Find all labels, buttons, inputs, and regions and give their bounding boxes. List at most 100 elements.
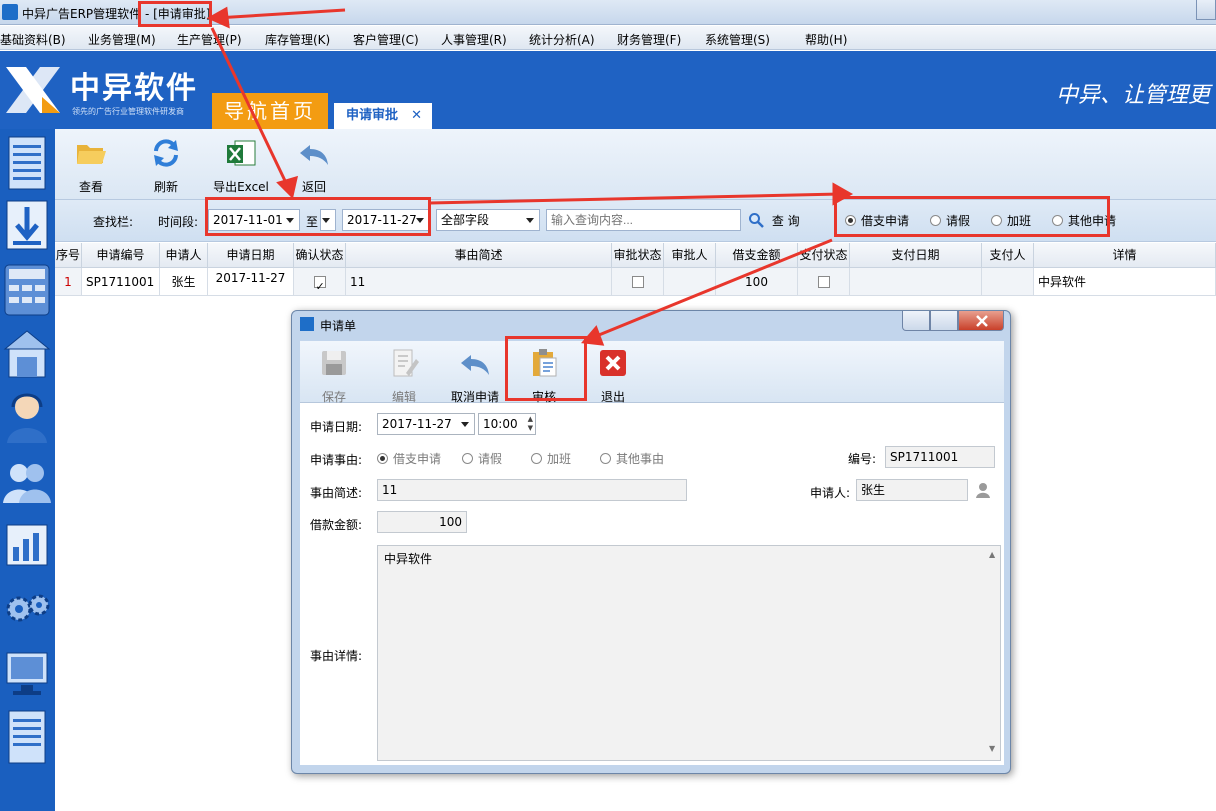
radio-label: 借支申请: [393, 452, 442, 466]
cell-amount: 100: [716, 268, 798, 296]
radio-label: 请假: [478, 452, 503, 466]
statistics-chart-icon[interactable]: [3, 517, 51, 573]
detail-label: 事由详情:: [310, 649, 363, 663]
reason-other-radio[interactable]: 其他事由: [600, 450, 664, 467]
query-button[interactable]: 查 询: [748, 212, 800, 229]
reason-overtime-radio[interactable]: 加班: [531, 450, 571, 467]
col-header-no[interactable]: 序号: [55, 243, 82, 268]
nav-home-tab[interactable]: 导航首页: [212, 93, 328, 129]
date-label: 申请日期:: [310, 420, 363, 434]
col-header-approval-status[interactable]: 审批状态: [612, 243, 664, 268]
applicant-field[interactable]: 张生: [856, 479, 968, 501]
report-list-icon[interactable]: [3, 709, 51, 765]
close-tab-icon[interactable]: ✕: [411, 103, 422, 129]
menu-hr[interactable]: 人事管理(R): [441, 31, 507, 48]
tab-label: 申请审批: [346, 108, 399, 123]
cell-pay-status[interactable]: [798, 268, 850, 296]
reason-loan-radio[interactable]: 借支申请: [377, 450, 441, 467]
tab-application-approval[interactable]: 申请审批 ✕: [334, 103, 432, 129]
app-logo-icon: [300, 317, 314, 331]
query-input[interactable]: [546, 209, 741, 231]
menu-help[interactable]: 帮助(H): [805, 31, 847, 48]
close-dialog-button[interactable]: [958, 311, 1004, 331]
refresh-label: 刷新: [153, 180, 178, 194]
maximize-dialog-button[interactable]: [930, 311, 958, 331]
cancel-application-button[interactable]: 取消申请: [442, 347, 508, 405]
left-sidebar: [0, 129, 55, 811]
download-in-icon[interactable]: [3, 197, 51, 253]
number-field[interactable]: SP1711001: [885, 446, 995, 468]
cell-code: SP1711001: [82, 268, 160, 296]
menu-basic-data[interactable]: 基础资料(B): [0, 31, 66, 48]
search-bar-label: 查找栏:: [93, 215, 134, 229]
summary-field[interactable]: 11: [377, 479, 687, 501]
cell-approval-status[interactable]: [612, 268, 664, 296]
field-select[interactable]: 全部字段: [436, 209, 540, 231]
paid-checkbox[interactable]: [817, 276, 830, 288]
cell-no: 1: [55, 268, 82, 296]
reason-leave-radio[interactable]: 请假: [462, 450, 502, 467]
cell-applicant: 张生: [160, 268, 208, 296]
back-arrow-icon: [300, 145, 328, 165]
user-picker-icon[interactable]: [975, 482, 991, 498]
cell-confirmed[interactable]: [294, 268, 346, 301]
exit-x-icon: [600, 350, 626, 376]
application-time-spinner[interactable]: 10:00 ▲ ▼: [478, 413, 536, 435]
radio-dot-icon: [531, 453, 542, 464]
menu-system[interactable]: 系统管理(S): [705, 31, 770, 48]
detail-textarea[interactable]: 中异软件 ▲ ▼: [377, 545, 1001, 761]
minimize-window-button[interactable]: [1196, 0, 1216, 20]
col-header-confirmed[interactable]: 确认状态: [294, 243, 346, 268]
refresh-button[interactable]: 刷新: [136, 137, 196, 195]
application-date-picker[interactable]: 2017-11-27: [377, 413, 475, 435]
col-header-payer[interactable]: 支付人: [982, 243, 1034, 268]
col-header-pay-date[interactable]: 支付日期: [850, 243, 982, 268]
menu-customer[interactable]: 客户管理(C): [353, 31, 419, 48]
col-header-amount[interactable]: 借支金额: [716, 243, 798, 268]
settings-gears-icon[interactable]: [3, 581, 51, 637]
detail-scrollbar[interactable]: ▲ ▼: [986, 546, 1000, 760]
col-header-date[interactable]: 申请日期: [208, 243, 294, 268]
detail-text: 中异软件: [384, 552, 433, 566]
col-header-approver[interactable]: 审批人: [664, 243, 716, 268]
scroll-down-icon[interactable]: ▼: [989, 740, 995, 758]
minimize-dialog-button[interactable]: [902, 311, 930, 331]
monitor-icon[interactable]: [3, 645, 51, 701]
save-button[interactable]: 保存: [304, 347, 364, 405]
col-header-summary[interactable]: 事由简述: [346, 243, 612, 268]
exit-button[interactable]: 退出: [583, 347, 643, 405]
edit-button[interactable]: 编辑: [374, 347, 434, 405]
menu-finance[interactable]: 财务管理(F): [617, 31, 681, 48]
col-header-code[interactable]: 申请编号: [82, 243, 160, 268]
brand-name: 中异软件: [70, 71, 198, 106]
amount-field[interactable]: 100: [377, 511, 467, 533]
export-excel-button[interactable]: 导出Excel: [209, 137, 273, 195]
close-icon: [976, 315, 988, 327]
radio-dot-icon: [462, 453, 473, 464]
menu-business[interactable]: 业务管理(M): [88, 31, 156, 48]
calculator-icon[interactable]: [3, 261, 51, 317]
menu-production[interactable]: 生产管理(P): [177, 31, 242, 48]
spinner-arrows-icon[interactable]: ▲ ▼: [528, 415, 533, 433]
radio-label: 其他事由: [616, 452, 665, 466]
document-list-icon[interactable]: [3, 135, 51, 191]
confirmed-checkbox[interactable]: [313, 273, 326, 301]
warehouse-icon[interactable]: [3, 325, 51, 381]
back-button[interactable]: 返回: [284, 137, 344, 195]
menu-inventory[interactable]: 库存管理(K): [265, 31, 330, 48]
menu-statistics[interactable]: 统计分析(A): [529, 31, 595, 48]
scroll-up-icon[interactable]: ▲: [989, 546, 995, 564]
brand-tagline: 领先的广告行业管理软件研发商: [72, 107, 184, 116]
approval-checkbox[interactable]: [631, 276, 644, 288]
excel-icon: [227, 140, 256, 166]
app-logo-icon: [2, 4, 18, 20]
col-header-detail[interactable]: 详情: [1034, 243, 1216, 268]
col-header-pay-status[interactable]: 支付状态: [798, 243, 850, 268]
header-banner: 中异软件 领先的广告行业管理软件研发商 中异、让管理更 导航首页 申请审批 ✕: [0, 51, 1216, 129]
customer-service-icon[interactable]: [3, 389, 51, 445]
main-toolbar: 查看 刷新 导出Excel 返回: [55, 129, 1216, 199]
export-label: 导出Excel: [213, 180, 269, 194]
view-button[interactable]: 查看: [61, 137, 121, 195]
col-header-applicant[interactable]: 申请人: [160, 243, 208, 268]
people-group-icon[interactable]: [3, 453, 51, 509]
